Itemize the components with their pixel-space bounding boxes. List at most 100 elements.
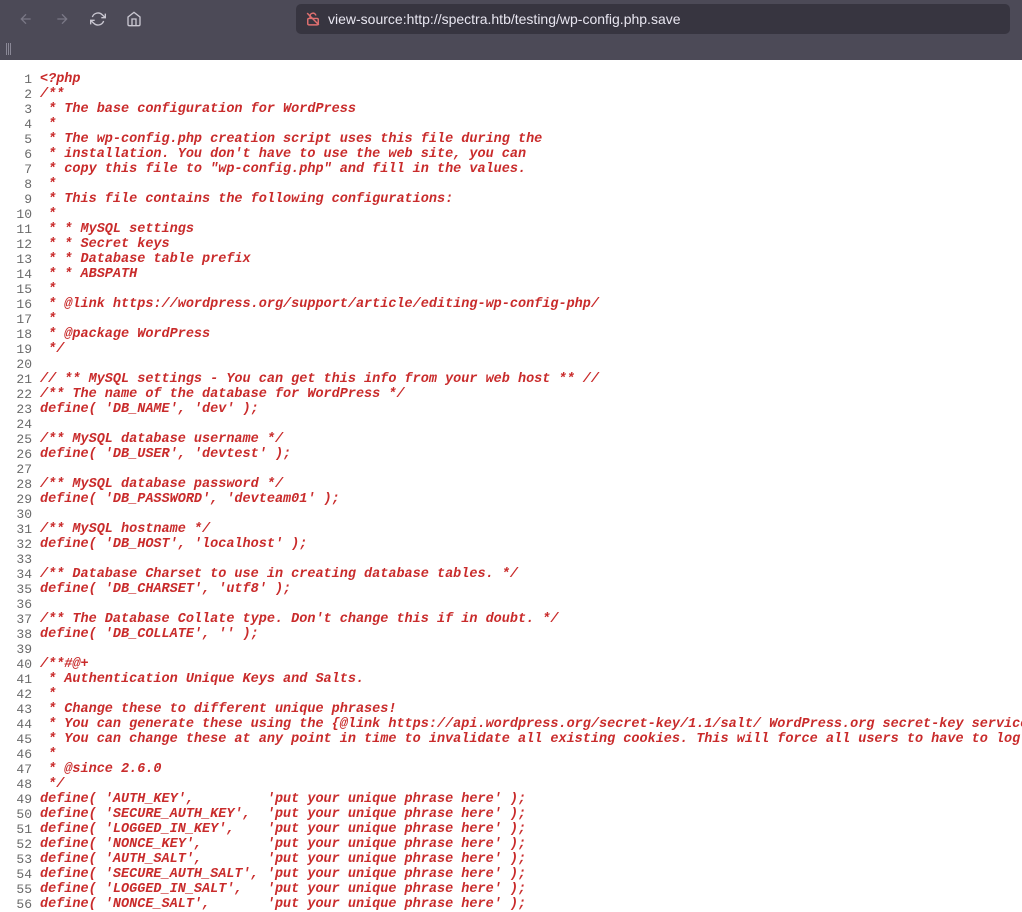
code-line: 36 xyxy=(0,597,1022,612)
code-line: 37/** The Database Collate type. Don't c… xyxy=(0,612,1022,627)
line-content: * * ABSPATH xyxy=(36,267,137,282)
code-line: 3 * The base configuration for WordPress xyxy=(0,102,1022,117)
code-line: 24 xyxy=(0,417,1022,432)
line-number: 13 xyxy=(0,252,36,267)
code-line: 9 * This file contains the following con… xyxy=(0,192,1022,207)
line-number: 35 xyxy=(0,582,36,597)
code-line: 46 * xyxy=(0,747,1022,762)
code-line: 51define( 'LOGGED_IN_KEY', 'put your uni… xyxy=(0,822,1022,837)
home-button[interactable] xyxy=(120,5,148,33)
tab-strip xyxy=(0,38,1022,60)
line-number: 44 xyxy=(0,717,36,732)
code-line: 43 * Change these to different unique ph… xyxy=(0,702,1022,717)
line-content: define( 'DB_CHARSET', 'utf8' ); xyxy=(36,582,291,597)
code-line: 32define( 'DB_HOST', 'localhost' ); xyxy=(0,537,1022,552)
reload-icon xyxy=(90,11,106,27)
code-line: 4 * xyxy=(0,117,1022,132)
line-number: 8 xyxy=(0,177,36,192)
line-content: */ xyxy=(36,777,64,792)
line-number: 1 xyxy=(0,72,36,87)
line-content: * xyxy=(36,177,56,192)
code-line: 40/**#@+ xyxy=(0,657,1022,672)
line-number: 6 xyxy=(0,147,36,162)
line-content: * Authentication Unique Keys and Salts. xyxy=(36,672,364,687)
line-number: 47 xyxy=(0,762,36,777)
code-line: 13 * * Database table prefix xyxy=(0,252,1022,267)
line-number: 40 xyxy=(0,657,36,672)
line-number: 29 xyxy=(0,492,36,507)
line-content: define( 'AUTH_SALT', 'put your unique ph… xyxy=(36,852,526,867)
code-line: 21// ** MySQL settings - You can get thi… xyxy=(0,372,1022,387)
line-content: /** xyxy=(36,87,64,102)
line-content: * You can generate these using the {@lin… xyxy=(36,717,1022,732)
line-content: * copy this file to "wp-config.php" and … xyxy=(36,162,526,177)
line-number: 33 xyxy=(0,552,36,567)
code-line: 26define( 'DB_USER', 'devtest' ); xyxy=(0,447,1022,462)
line-number: 54 xyxy=(0,867,36,882)
code-line: 17 * xyxy=(0,312,1022,327)
line-content: define( 'NONCE_KEY', 'put your unique ph… xyxy=(36,837,526,852)
line-number: 15 xyxy=(0,282,36,297)
sidebar-toggle[interactable] xyxy=(6,43,11,55)
line-content: <?php xyxy=(36,72,81,87)
line-number: 19 xyxy=(0,342,36,357)
code-line: 14 * * ABSPATH xyxy=(0,267,1022,282)
code-line: 15 * xyxy=(0,282,1022,297)
line-content: /** MySQL database username */ xyxy=(36,432,283,447)
line-content: /** Database Charset to use in creating … xyxy=(36,567,518,582)
code-line: 2/** xyxy=(0,87,1022,102)
line-number: 42 xyxy=(0,687,36,702)
code-line: 11 * * MySQL settings xyxy=(0,222,1022,237)
line-content: * xyxy=(36,207,56,222)
code-line: 48 */ xyxy=(0,777,1022,792)
line-number: 31 xyxy=(0,522,36,537)
line-content: * @link https://wordpress.org/support/ar… xyxy=(36,297,599,312)
code-line: 31/** MySQL hostname */ xyxy=(0,522,1022,537)
line-content xyxy=(36,552,40,567)
reload-button[interactable] xyxy=(84,5,112,33)
line-content xyxy=(36,417,40,432)
code-line: 54define( 'SECURE_AUTH_SALT', 'put your … xyxy=(0,867,1022,882)
line-content: /** MySQL hostname */ xyxy=(36,522,210,537)
line-content xyxy=(36,597,40,612)
code-line: 52define( 'NONCE_KEY', 'put your unique … xyxy=(0,837,1022,852)
line-number: 50 xyxy=(0,807,36,822)
code-line: 5 * The wp-config.php creation script us… xyxy=(0,132,1022,147)
address-bar[interactable]: view-source:http://spectra.htb/testing/w… xyxy=(296,4,1010,34)
url-text: view-source:http://spectra.htb/testing/w… xyxy=(328,11,681,27)
line-number: 43 xyxy=(0,702,36,717)
line-content: * The wp-config.php creation script uses… xyxy=(36,132,542,147)
code-line: 55define( 'LOGGED_IN_SALT', 'put your un… xyxy=(0,882,1022,897)
code-line: 19 */ xyxy=(0,342,1022,357)
line-number: 41 xyxy=(0,672,36,687)
line-content: * installation. You don't have to use th… xyxy=(36,147,526,162)
line-number: 16 xyxy=(0,297,36,312)
line-number: 34 xyxy=(0,567,36,582)
line-number: 10 xyxy=(0,207,36,222)
line-content xyxy=(36,642,40,657)
code-line: 23define( 'DB_NAME', 'dev' ); xyxy=(0,402,1022,417)
line-content: // ** MySQL settings - You can get this … xyxy=(36,372,599,387)
line-content: * You can change these at any point in t… xyxy=(36,732,1022,747)
code-line: 50define( 'SECURE_AUTH_KEY', 'put your u… xyxy=(0,807,1022,822)
source-view[interactable]: 1<?php2/**3 * The base configuration for… xyxy=(0,60,1022,912)
line-number: 53 xyxy=(0,852,36,867)
forward-button[interactable] xyxy=(48,5,76,33)
code-line: 56define( 'NONCE_SALT', 'put your unique… xyxy=(0,897,1022,912)
line-content xyxy=(36,462,40,477)
code-line: 7 * copy this file to "wp-config.php" an… xyxy=(0,162,1022,177)
line-number: 45 xyxy=(0,732,36,747)
line-content: * xyxy=(36,282,56,297)
line-number: 2 xyxy=(0,87,36,102)
line-content: define( 'DB_HOST', 'localhost' ); xyxy=(36,537,307,552)
line-number: 55 xyxy=(0,882,36,897)
code-line: 35define( 'DB_CHARSET', 'utf8' ); xyxy=(0,582,1022,597)
insecure-lock-icon xyxy=(306,12,320,26)
code-line: 30 xyxy=(0,507,1022,522)
arrow-right-icon xyxy=(54,11,70,27)
back-button[interactable] xyxy=(12,5,40,33)
code-line: 12 * * Secret keys xyxy=(0,237,1022,252)
line-number: 4 xyxy=(0,117,36,132)
line-content: define( 'AUTH_KEY', 'put your unique phr… xyxy=(36,792,526,807)
line-number: 49 xyxy=(0,792,36,807)
